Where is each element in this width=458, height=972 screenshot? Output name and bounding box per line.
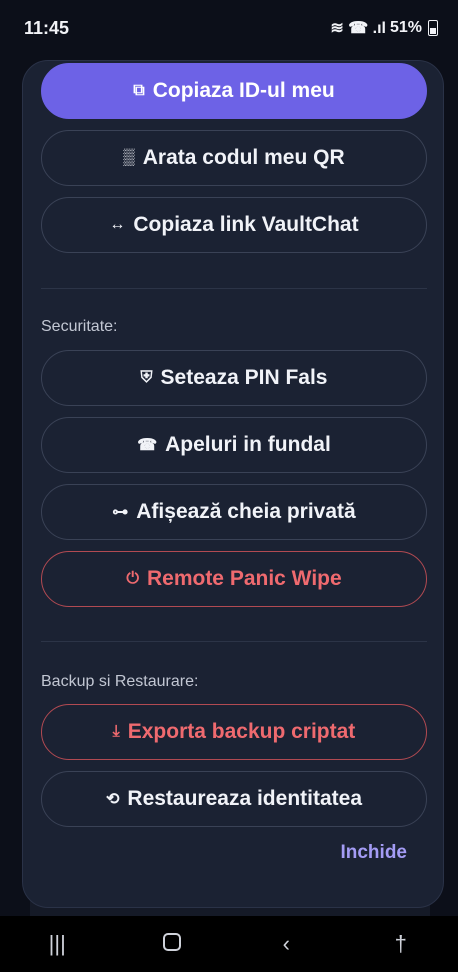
set-fake-pin-label: Seteaza PIN Fals	[160, 366, 328, 389]
status-bar: 11:45 ≋ ☎ .ıl 51%	[0, 0, 458, 56]
shield-icon: ⛨	[140, 369, 153, 386]
show-private-key-label: Afișează cheia privată	[136, 500, 356, 523]
back-button[interactable]: ‹	[256, 931, 316, 957]
restore-identity-label: Restaureaza identitatea	[127, 787, 362, 810]
copy-id-button[interactable]: ⧉ Copiaza ID-ul meu	[41, 63, 427, 119]
background-calls-label: Apeluri in fundal	[165, 433, 331, 456]
restore-identity-button[interactable]: ⟲ Restaureaza identitatea	[41, 771, 427, 827]
link-icon: ↔	[109, 216, 126, 233]
status-time: 11:45	[24, 17, 70, 38]
download-icon: ⤓	[112, 723, 120, 740]
home-icon	[162, 933, 181, 951]
divider	[41, 288, 427, 289]
background-calls-button[interactable]: ☎ Apeluri in fundal	[41, 417, 427, 473]
battery-percent: 51%	[389, 19, 422, 36]
power-icon: ⏻	[126, 570, 139, 587]
remote-panic-wipe-label: Remote Panic Wipe	[146, 567, 342, 590]
battery-icon	[428, 20, 438, 36]
close-button[interactable]: Inchide	[340, 842, 407, 864]
show-qr-label: Arata codul meu QR	[142, 146, 345, 169]
qr-icon: ▒	[123, 149, 135, 166]
phone-icon: ☎	[137, 437, 158, 454]
export-backup-label: Exporta backup criptat	[127, 720, 356, 743]
remote-panic-wipe-button[interactable]: ⏻ Remote Panic Wipe	[41, 551, 427, 607]
show-qr-button[interactable]: ▒ Arata codul meu QR	[41, 130, 427, 186]
settings-dialog: ⧉ Copiaza ID-ul meu ▒ Arata codul meu QR…	[22, 60, 444, 908]
history-icon: ⟲	[106, 791, 120, 808]
copy-link-label: Copiaza link VaultChat	[133, 213, 359, 236]
navigation-bar: ||| ‹ †	[0, 916, 458, 972]
copy-link-button[interactable]: ↔ Copiaza link VaultChat	[41, 197, 427, 253]
copy-icon: ⧉	[133, 82, 145, 99]
backup-section-label: Backup si Restaurare:	[41, 673, 199, 690]
export-backup-button[interactable]: ⤓ Exporta backup criptat	[41, 704, 427, 760]
accessibility-button[interactable]: †	[371, 931, 431, 957]
divider	[41, 641, 427, 642]
show-private-key-button[interactable]: ⊶ Afișează cheia privată	[41, 484, 427, 540]
set-fake-pin-button[interactable]: ⛨ Seteaza PIN Fals	[41, 350, 427, 406]
home-button[interactable]	[142, 931, 202, 957]
signal-icon: ≋ ☎ .ıl	[330, 20, 386, 37]
key-icon: ⊶	[112, 504, 129, 521]
recents-button[interactable]: |||	[27, 931, 87, 957]
copy-id-label: Copiaza ID-ul meu	[152, 79, 335, 102]
status-icons: ≋ ☎ .ıl 51%	[330, 18, 438, 38]
security-section-label: Securitate:	[41, 318, 118, 335]
